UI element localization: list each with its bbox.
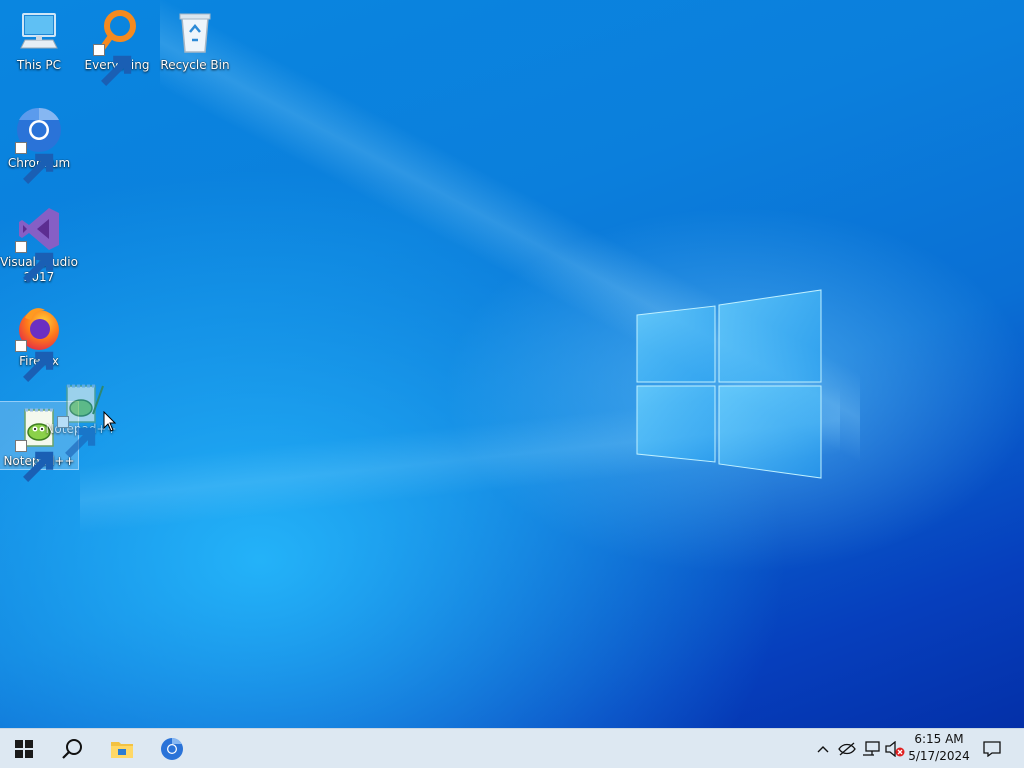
shortcut-arrow-icon xyxy=(15,340,54,382)
network-disconnected-icon xyxy=(838,742,856,755)
show-hidden-icons-button[interactable] xyxy=(812,729,834,768)
taskbar-file-explorer[interactable] xyxy=(98,729,146,768)
chromium-icon xyxy=(161,737,183,760)
volume-button[interactable] xyxy=(884,729,906,768)
ethernet-status-button[interactable] xyxy=(860,729,882,768)
taskbar-chromium[interactable] xyxy=(148,729,196,768)
shortcut-arrow-icon xyxy=(93,44,132,86)
monitor-network-icon xyxy=(863,740,880,756)
icon-label: This PC xyxy=(17,58,61,72)
visual-studio-icon xyxy=(15,205,63,283)
action-center-icon xyxy=(983,740,1001,757)
search-icon xyxy=(62,738,82,759)
chromium-icon xyxy=(15,106,63,184)
shortcut-arrow-icon xyxy=(57,416,96,458)
icon-label: Recycle Bin xyxy=(160,58,230,72)
start-button[interactable] xyxy=(0,729,48,768)
desktop-icon-firefox[interactable]: Firefox xyxy=(0,304,78,382)
desktop-icon-visual-studio[interactable]: Visual Studio 2017 xyxy=(0,205,78,285)
shortcut-arrow-icon xyxy=(15,142,54,184)
action-center-button[interactable] xyxy=(978,729,1006,768)
network-status-button[interactable] xyxy=(836,729,858,768)
shortcut-arrow-icon xyxy=(15,440,54,482)
desktop-icon-recycle-bin[interactable]: Recycle Bin xyxy=(156,8,234,73)
file-explorer-icon xyxy=(111,741,133,758)
desktop-icon-everything[interactable]: Everything xyxy=(78,8,156,86)
magnifier-icon xyxy=(93,8,141,86)
windows-start-icon xyxy=(15,739,33,758)
chevron-up-icon xyxy=(817,745,829,752)
desktop-icon-this-pc[interactable]: This PC xyxy=(0,8,78,73)
taskbar-clock[interactable]: 6:15 AM 5/17/2024 xyxy=(906,731,972,765)
desktop-icon-chromium[interactable]: Chromium xyxy=(0,106,78,184)
notepad-plus-plus-icon xyxy=(57,380,105,458)
shortcut-arrow-icon xyxy=(15,241,54,283)
clock-date: 5/17/2024 xyxy=(908,749,970,763)
speaker-muted-icon xyxy=(885,740,905,757)
taskbar: 6:15 AM 5/17/2024 xyxy=(0,728,1024,768)
mouse-cursor-icon xyxy=(103,411,117,432)
computer-icon xyxy=(15,8,63,56)
clock-time: 6:15 AM xyxy=(914,732,964,746)
firefox-icon xyxy=(15,304,63,382)
recycle-bin-icon xyxy=(171,8,219,56)
desktop[interactable]: This PC Everything Recycle Bin Chromium … xyxy=(0,0,1024,728)
wallpaper-windows-logo xyxy=(636,289,822,479)
search-button[interactable] xyxy=(48,729,96,768)
